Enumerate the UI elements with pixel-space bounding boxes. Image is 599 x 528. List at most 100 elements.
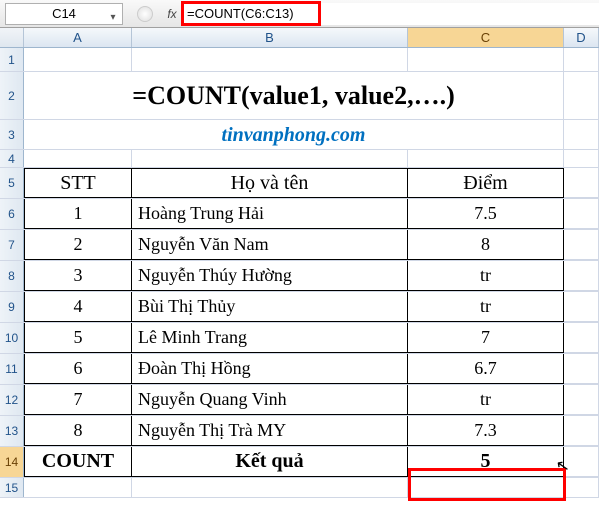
row-header[interactable]: 14 bbox=[0, 447, 24, 477]
row-4: 4 bbox=[0, 150, 599, 168]
row-header[interactable]: 6 bbox=[0, 199, 24, 229]
col-header-d[interactable]: D bbox=[564, 28, 599, 47]
fx-circle-icon bbox=[137, 6, 153, 22]
cell[interactable] bbox=[132, 48, 408, 72]
column-headers: A B C D bbox=[0, 28, 599, 48]
cell[interactable] bbox=[24, 150, 132, 168]
cell[interactable] bbox=[564, 120, 599, 150]
col-header-a[interactable]: A bbox=[24, 28, 132, 47]
cell-stt[interactable]: 7 bbox=[24, 385, 132, 415]
row-15: 15 bbox=[0, 478, 599, 498]
row-5: 5 STT Họ và tên Điểm bbox=[0, 168, 599, 199]
cell-score[interactable]: tr bbox=[408, 261, 564, 291]
row-header[interactable]: 10 bbox=[0, 323, 24, 353]
th-stt[interactable]: STT bbox=[24, 168, 132, 198]
cursor-icon: ↖ bbox=[554, 455, 571, 477]
formula-input[interactable]: =COUNT(C6:C13) bbox=[181, 3, 599, 25]
cell-name[interactable]: Hoàng Trung Hải bbox=[132, 199, 408, 229]
row-header[interactable]: 7 bbox=[0, 230, 24, 260]
cell[interactable] bbox=[564, 48, 599, 72]
fx-area bbox=[123, 6, 163, 22]
cell-score[interactable]: 7.3 bbox=[408, 416, 564, 446]
cell-score[interactable]: 7 bbox=[408, 323, 564, 353]
cell[interactable] bbox=[564, 478, 599, 498]
fx-icon[interactable]: fx bbox=[163, 7, 181, 21]
formula-text: =COUNT(C6:C13) bbox=[187, 5, 294, 23]
cell[interactable] bbox=[564, 354, 599, 384]
row-header[interactable]: 8 bbox=[0, 261, 24, 291]
table-row: 105Lê Minh Trang7 bbox=[0, 323, 599, 354]
col-header-b[interactable]: B bbox=[132, 28, 408, 47]
select-all-corner[interactable] bbox=[0, 28, 24, 47]
cell[interactable] bbox=[564, 150, 599, 168]
th-name[interactable]: Họ và tên bbox=[132, 168, 408, 198]
website-cell[interactable]: tinvanphong.com bbox=[24, 120, 564, 150]
cell-name[interactable]: Nguyễn Quang Vinh bbox=[132, 385, 408, 415]
cell[interactable] bbox=[564, 292, 599, 322]
cell-stt[interactable]: 5 bbox=[24, 323, 132, 353]
row-header[interactable]: 4 bbox=[0, 150, 24, 167]
row-header[interactable]: 2 bbox=[0, 72, 24, 119]
cell[interactable] bbox=[564, 199, 599, 229]
footer-label[interactable]: COUNT bbox=[24, 447, 132, 477]
table-row: 72Nguyễn Văn Nam8 bbox=[0, 230, 599, 261]
row-header[interactable]: 5 bbox=[0, 168, 24, 198]
cell-name[interactable]: Đoàn Thị Hồng bbox=[132, 354, 408, 384]
cell[interactable] bbox=[564, 261, 599, 291]
cell-stt[interactable]: 8 bbox=[24, 416, 132, 446]
cell[interactable] bbox=[564, 416, 599, 446]
row-header[interactable]: 3 bbox=[0, 120, 24, 149]
name-box[interactable]: C14 ▾ bbox=[5, 3, 123, 25]
cell-name[interactable]: Nguyễn Thị Trà MY bbox=[132, 416, 408, 446]
row-2: 2 =COUNT(value1, value2,….) bbox=[0, 72, 599, 120]
cell-name[interactable]: Lê Minh Trang bbox=[132, 323, 408, 353]
cell[interactable] bbox=[132, 150, 408, 168]
footer-result-value: 5 bbox=[481, 450, 491, 473]
cell-stt[interactable]: 2 bbox=[24, 230, 132, 260]
cell-name[interactable]: Nguyễn Thúy Hường bbox=[132, 261, 408, 291]
row-3: 3 tinvanphong.com bbox=[0, 120, 599, 150]
cell[interactable] bbox=[24, 478, 132, 498]
cell-score[interactable]: tr bbox=[408, 292, 564, 322]
cell-stt[interactable]: 4 bbox=[24, 292, 132, 322]
cell[interactable] bbox=[408, 48, 564, 72]
formula-bar: C14 ▾ fx =COUNT(C6:C13) bbox=[0, 0, 599, 28]
cell[interactable] bbox=[408, 478, 564, 498]
row-1: 1 bbox=[0, 48, 599, 72]
cell[interactable] bbox=[564, 230, 599, 260]
col-header-c[interactable]: C bbox=[408, 28, 564, 47]
row-header[interactable]: 12 bbox=[0, 385, 24, 415]
cell-stt[interactable]: 1 bbox=[24, 199, 132, 229]
cell[interactable] bbox=[24, 48, 132, 72]
title-cell[interactable]: =COUNT(value1, value2,….) bbox=[24, 72, 564, 120]
cell[interactable] bbox=[564, 168, 599, 198]
row-header[interactable]: 11 bbox=[0, 354, 24, 384]
footer-result-label[interactable]: Kết quả bbox=[132, 447, 408, 477]
cell-score[interactable]: tr bbox=[408, 385, 564, 415]
row-header[interactable]: 15 bbox=[0, 478, 24, 497]
cell[interactable] bbox=[132, 478, 408, 498]
cell-score[interactable]: 6.7 bbox=[408, 354, 564, 384]
th-score[interactable]: Điểm bbox=[408, 168, 564, 198]
cell-score[interactable]: 8 bbox=[408, 230, 564, 260]
row-header[interactable]: 13 bbox=[0, 416, 24, 446]
footer-result-cell[interactable]: 5 bbox=[408, 447, 564, 477]
row-header[interactable]: 1 bbox=[0, 48, 24, 71]
row-14: 14 COUNT Kết quả 5 bbox=[0, 447, 599, 478]
cell[interactable] bbox=[408, 150, 564, 168]
cell-stt[interactable]: 3 bbox=[24, 261, 132, 291]
dropdown-icon[interactable]: ▾ bbox=[106, 8, 120, 22]
cell-stt[interactable]: 6 bbox=[24, 354, 132, 384]
cell-name[interactable]: Nguyễn Văn Nam bbox=[132, 230, 408, 260]
row-header[interactable]: 9 bbox=[0, 292, 24, 322]
cell[interactable] bbox=[564, 323, 599, 353]
cell[interactable] bbox=[564, 385, 599, 415]
table-row: 116Đoàn Thị Hồng6.7 bbox=[0, 354, 599, 385]
title-text: =COUNT(value1, value2,….) bbox=[132, 81, 454, 111]
cell-score[interactable]: 7.5 bbox=[408, 199, 564, 229]
cell-name[interactable]: Bùi Thị Thủy bbox=[132, 292, 408, 322]
table-row: 83Nguyễn Thúy Hườngtr bbox=[0, 261, 599, 292]
table-row: 61Hoàng Trung Hải7.5 bbox=[0, 199, 599, 230]
cell[interactable] bbox=[564, 72, 599, 120]
rows: 1 2 =COUNT(value1, value2,….) 3 tinvanph… bbox=[0, 48, 599, 498]
